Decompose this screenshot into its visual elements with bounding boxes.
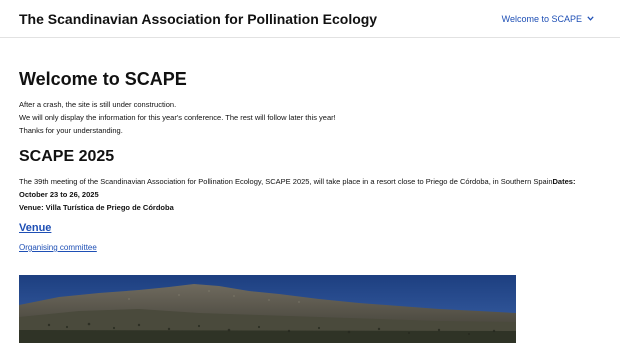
main-content: Welcome to SCAPE After a crash, the site… bbox=[0, 68, 620, 252]
page-title: Welcome to SCAPE bbox=[19, 69, 187, 89]
nav-menu-welcome[interactable]: Welcome to SCAPE bbox=[502, 14, 594, 24]
meeting-intro: The 39th meeting of the Scandinavian Ass… bbox=[19, 177, 553, 186]
dates-value: October 23 to 26, 2025 bbox=[19, 190, 99, 199]
venue-line: Venue: Villa Turística de Priego de Córd… bbox=[19, 203, 174, 212]
notice-line-2: We will only display the information for… bbox=[19, 113, 336, 122]
site-header: The Scandinavian Association for Pollina… bbox=[0, 0, 620, 38]
site-title[interactable]: The Scandinavian Association for Pollina… bbox=[19, 11, 377, 27]
venue-link[interactable]: Venue bbox=[19, 222, 51, 234]
notice-line-3: Thanks for your understanding. bbox=[19, 126, 123, 135]
section-title-scape-2025: SCAPE 2025 bbox=[19, 148, 115, 165]
dates-label: Dates: bbox=[552, 177, 576, 186]
nav-menu-label: Welcome to SCAPE bbox=[501, 13, 582, 24]
organising-committee-link[interactable]: Organising committee bbox=[19, 243, 601, 252]
notice-line-1: After a crash, the site is still under c… bbox=[19, 100, 177, 109]
meeting-description: The 39th meeting of the Scandinavian Ass… bbox=[19, 175, 601, 214]
venue-landscape-photo bbox=[19, 275, 516, 343]
chevron-down-icon bbox=[587, 16, 594, 21]
